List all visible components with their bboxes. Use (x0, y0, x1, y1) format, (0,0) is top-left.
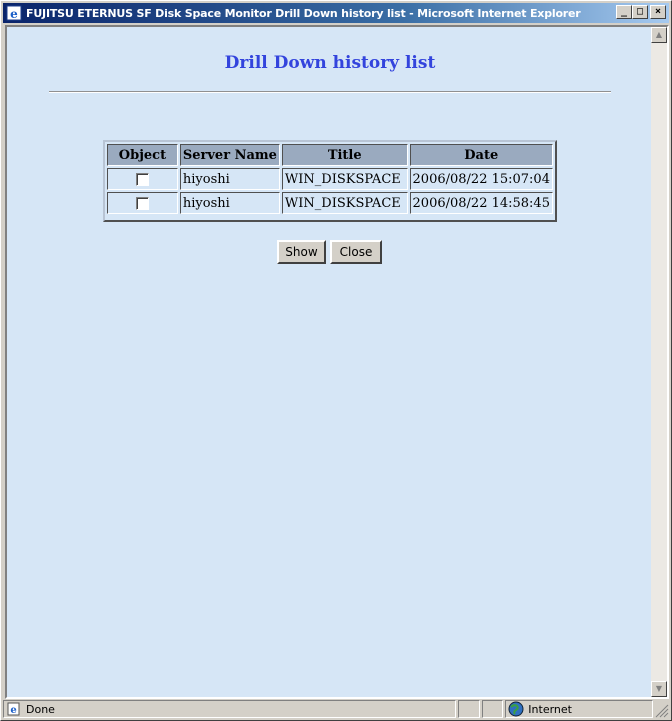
close-button[interactable]: Close (330, 240, 382, 264)
table-row: hiyoshi WIN_DISKSPACE 2006/08/22 15:07:0… (107, 168, 553, 190)
security-zone: Internet (505, 700, 654, 718)
minimize-button[interactable]: _ (616, 5, 632, 19)
object-checkbox[interactable] (135, 172, 149, 186)
date-cell: 2006/08/22 15:07:04 (409, 168, 553, 190)
scroll-up-icon[interactable]: ▲ (651, 27, 667, 43)
server-name-cell: hiyoshi (179, 168, 280, 190)
vertical-scrollbar[interactable]: ▲ ▼ (651, 27, 667, 697)
zone-text: Internet (528, 702, 572, 716)
column-header-date: Date (409, 144, 553, 166)
globe-icon (508, 701, 524, 717)
divider (49, 91, 611, 93)
object-cell (107, 192, 178, 214)
title-cell: WIN_DISKSPACE (281, 192, 408, 214)
status-bar: e Done Internet (3, 700, 669, 719)
table-row: hiyoshi WIN_DISKSPACE 2006/08/22 14:58:4… (107, 192, 553, 214)
table-header-row: Object Server Name Title Date (107, 144, 553, 166)
page-content: Drill Down history list Object Server Na… (7, 27, 653, 697)
scroll-down-icon[interactable]: ▼ (651, 681, 667, 697)
window-title: FUJITSU ETERNUS SF Disk Space Monitor Dr… (26, 6, 581, 20)
title-cell: WIN_DISKSPACE (281, 168, 408, 190)
close-window-button[interactable]: × (650, 5, 666, 19)
status-text: Done (26, 702, 55, 716)
column-header-object: Object (107, 144, 178, 166)
history-table: Object Server Name Title Date hiyoshi WI… (105, 142, 555, 216)
resize-grip-icon[interactable] (655, 704, 669, 718)
column-header-server-name: Server Name (179, 144, 280, 166)
svg-text:e: e (10, 705, 16, 716)
maximize-button[interactable]: □ (632, 5, 648, 19)
ie-icon: e (6, 5, 22, 21)
object-checkbox[interactable] (135, 196, 149, 210)
column-header-title: Title (281, 144, 408, 166)
date-cell: 2006/08/22 14:58:45 (409, 192, 553, 214)
history-table-frame: Object Server Name Title Date hiyoshi WI… (103, 140, 557, 222)
page-viewport: Drill Down history list Object Server Na… (5, 25, 669, 699)
show-button[interactable]: Show (277, 240, 326, 264)
page-title: Drill Down history list (224, 53, 436, 73)
status-panel (457, 700, 480, 718)
page-icon: e (6, 702, 22, 716)
server-name-cell: hiyoshi (179, 192, 280, 214)
title-bar[interactable]: e FUJITSU ETERNUS SF Disk Space Monitor … (3, 3, 669, 23)
object-cell (107, 168, 178, 190)
svg-text:e: e (10, 7, 18, 21)
action-buttons: Show Close (277, 240, 382, 264)
status-panel (481, 700, 504, 718)
browser-window: e FUJITSU ETERNUS SF Disk Space Monitor … (0, 0, 672, 721)
